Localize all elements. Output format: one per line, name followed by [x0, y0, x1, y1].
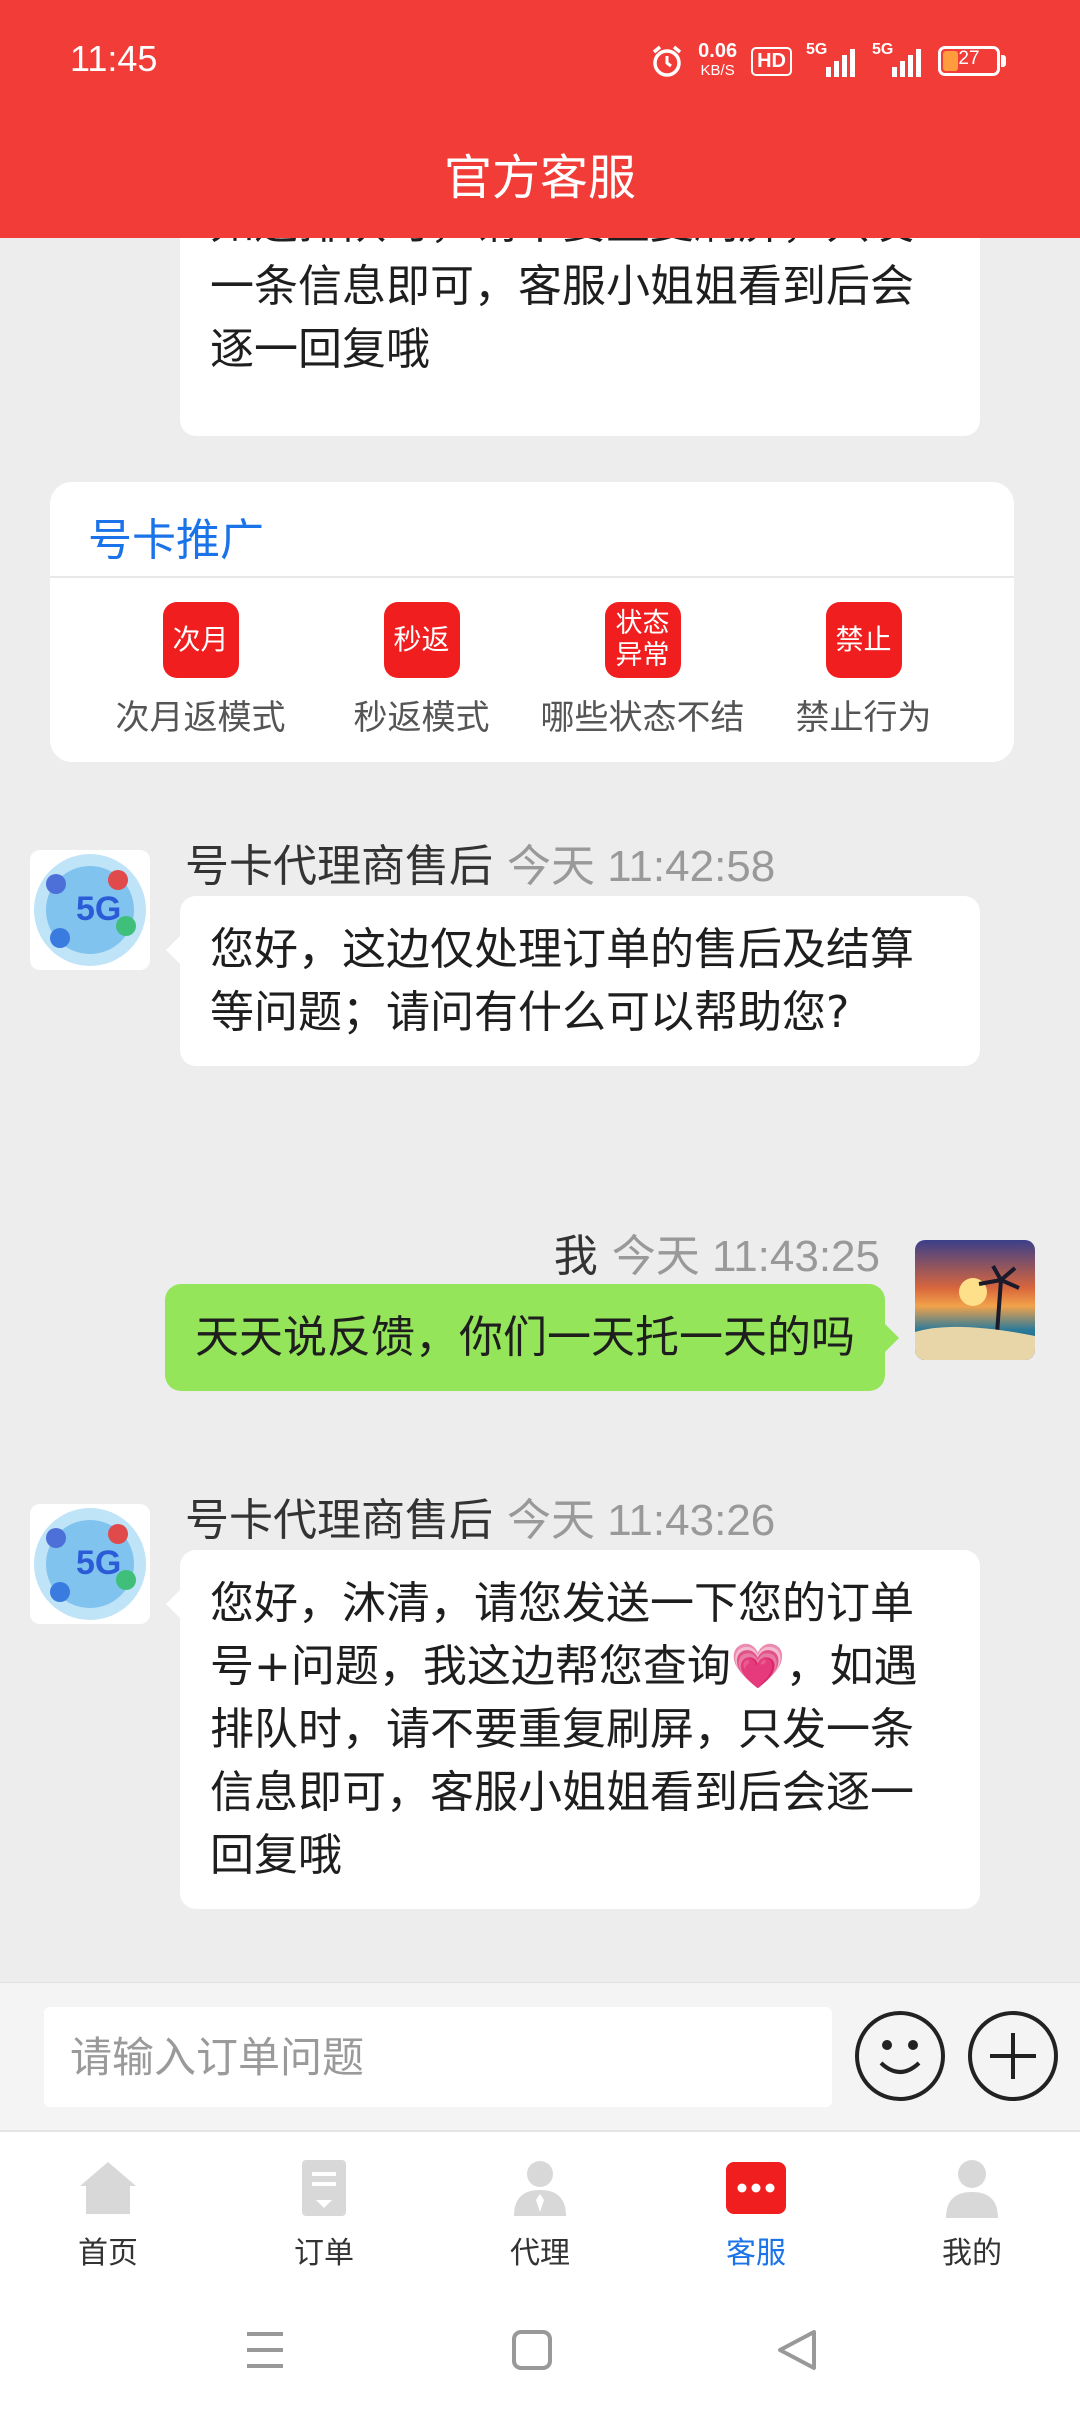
bottom-tab-bar: 首页 订单 代理 客服 我的: [0, 2130, 1080, 2280]
sender-name: 号卡代理商售后: [185, 1495, 493, 1546]
net-speed-value: 0.06: [698, 40, 738, 62]
tab-home[interactable]: 首页: [0, 2132, 216, 2280]
battery-icon: 27: [938, 46, 1006, 76]
agent-avatar[interactable]: 5G: [30, 1504, 150, 1624]
5g-logo-icon: 5G: [34, 1508, 146, 1620]
message-sender: 我 今天 11:43:25: [554, 1220, 880, 1284]
signal-icon: 5G: [872, 41, 924, 81]
agent-avatar[interactable]: 5G: [30, 850, 150, 970]
net-speed-unit: KB/S: [700, 62, 735, 79]
tab-orders[interactable]: 订单: [216, 2132, 432, 2280]
beach-sunset-image: [915, 1265, 1035, 1360]
promo-item-instant[interactable]: 秒返 秒返模式: [317, 602, 527, 739]
agent-icon: [514, 2161, 566, 2216]
signal-icon: 5G: [806, 41, 858, 81]
order-question-input[interactable]: [44, 2007, 832, 2107]
promo-badge: 次月: [162, 602, 239, 678]
tab-agent[interactable]: 代理: [432, 2132, 648, 2280]
battery-level: 27: [958, 48, 980, 69]
promo-badge: 状态异常: [604, 602, 681, 678]
signal-label: 5G: [806, 41, 828, 58]
message-time: 今天 11:43:26: [507, 1496, 776, 1545]
promo-badge: 禁止: [825, 602, 902, 678]
message-bubble: 天天说反馈，你们一天托一天的吗: [165, 1284, 899, 1391]
sender-name: 我: [553, 1231, 598, 1282]
back-triangle-icon[interactable]: [758, 2310, 838, 2390]
message-sender: 号卡代理商售后 今天 11:43:26: [185, 1484, 775, 1548]
svg-text:5G: 5G: [76, 890, 121, 928]
promo-label: 秒返模式: [353, 698, 490, 738]
alarm-icon: [653, 45, 682, 77]
home-square-icon[interactable]: [492, 2310, 572, 2390]
home-icon: [80, 2162, 136, 2214]
status-time: 11:45: [70, 38, 158, 79]
menu-icon[interactable]: [225, 2310, 305, 2390]
status-bar: 11:45 0.06 KB/S HD 5G 5G 27: [0, 0, 1080, 120]
tab-profile[interactable]: 我的: [864, 2132, 1080, 2280]
plus-icon: [990, 2033, 1036, 2079]
smiley-icon: [879, 2040, 921, 2074]
promo-item-status[interactable]: 状态异常 哪些状态不结: [538, 602, 748, 739]
input-bar: [0, 1982, 1080, 2130]
promo-item-forbidden[interactable]: 禁止 禁止行为: [759, 602, 969, 739]
divider: [50, 576, 1014, 578]
add-attachment-button[interactable]: [968, 2011, 1058, 2101]
profile-icon: [946, 2160, 998, 2218]
page-title: 官方客服: [443, 150, 636, 206]
message-bubble: 如遇排队时，请不要重复刷屏，只发一条信息即可，客服小姐姐看到后会逐一回复哦: [180, 238, 980, 436]
message-bubble: 您好，这边仅处理订单的售后及结算等问题；请问有什么可以帮助您?: [166, 896, 980, 1066]
promo-label: 禁止行为: [795, 698, 932, 738]
sender-name: 号卡代理商售后: [185, 841, 493, 892]
tab-label: 订单: [294, 2236, 354, 2271]
my-avatar[interactable]: [915, 1240, 1035, 1360]
message-bubble: 您好，沐清，请您发送一下您的订单号+问题，我这边帮您查询💗，如遇排队时，请不要重…: [166, 1550, 980, 1909]
signal-label: 5G: [872, 41, 894, 58]
promo-card: 号卡推广 次月 次月返模式 秒返 秒返模式 状态异常 哪些状态不结 禁止 禁止行…: [50, 482, 1014, 762]
emoji-button[interactable]: [855, 2011, 945, 2101]
tab-customer-service[interactable]: 客服: [648, 2132, 864, 2280]
app-header: 11:45 0.06 KB/S HD 5G 5G 27 官方客服: [0, 0, 1080, 238]
promo-title: 号卡推广: [88, 515, 264, 566]
tab-label: 代理: [510, 2236, 570, 2271]
promo-items: 次月 次月返模式 秒返 秒返模式 状态异常 哪些状态不结 禁止 禁止行为: [50, 602, 1014, 739]
svg-text:5G: 5G: [76, 1544, 121, 1582]
order-icon: [302, 2160, 346, 2216]
net-speed: 0.06 KB/S: [698, 41, 737, 81]
status-icons: 0.06 KB/S HD 5G 5G 27: [650, 36, 1006, 86]
system-navigation-bar: [0, 2280, 1080, 2412]
5g-logo-icon: 5G: [34, 854, 146, 966]
chat-area[interactable]: 如遇排队时，请不要重复刷屏，只发一条信息即可，客服小姐姐看到后会逐一回复哦 号卡…: [0, 238, 1080, 1982]
promo-label: 哪些状态不结: [540, 698, 745, 738]
message-sender: 号卡代理商售后 今天 11:42:58: [185, 830, 775, 894]
tab-label: 客服: [726, 2236, 786, 2271]
service-icon: [726, 2162, 786, 2214]
message-time: 今天 11:42:58: [507, 842, 776, 891]
promo-item-next-month[interactable]: 次月 次月返模式: [96, 602, 306, 739]
promo-label: 次月返模式: [115, 698, 286, 738]
promo-badge: 秒返: [383, 602, 460, 678]
tab-label: 首页: [78, 2236, 138, 2271]
tab-label: 我的: [942, 2236, 1002, 2271]
message-time: 今天 11:43:25: [611, 1232, 880, 1281]
hd-badge: HD: [751, 46, 792, 76]
